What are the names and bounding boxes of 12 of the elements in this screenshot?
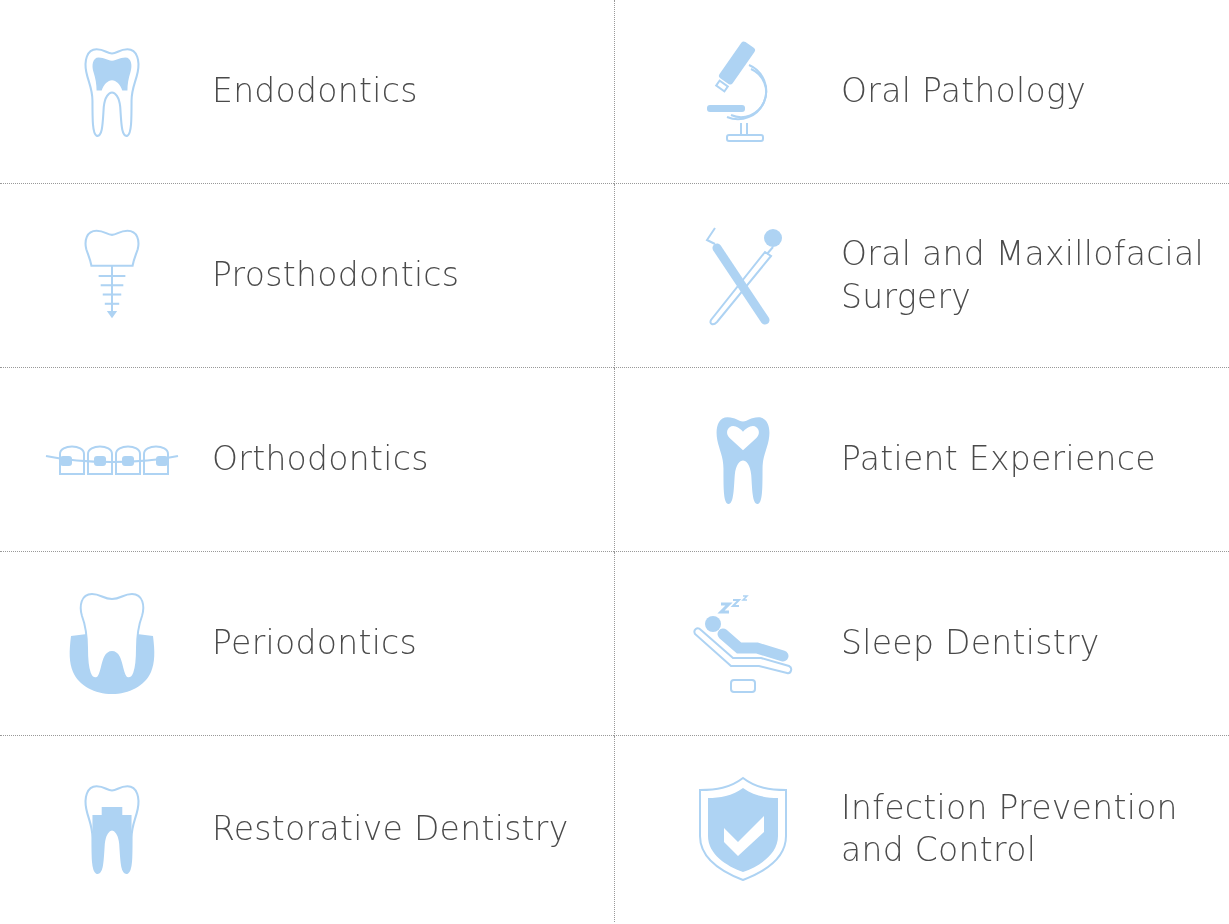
service-title: Sleep Dentistry [841,622,1100,665]
service-title: Orthodontics [212,438,429,481]
tooth-with-gums-icon [67,591,157,696]
service-title: Patient Experience [841,438,1156,481]
service-title: Endodontics [212,70,418,113]
service-title: Oral and Maxillofacial Surgery [841,233,1206,318]
service-title: Oral Pathology [841,70,1086,113]
service-title: Prosthodontics [212,254,460,297]
service-title: Periodontics [212,622,418,665]
shield-check-icon [698,776,788,882]
service-title: Infection Prevention and Control [841,786,1179,871]
service-title: Restorative Dentistry [212,807,569,850]
